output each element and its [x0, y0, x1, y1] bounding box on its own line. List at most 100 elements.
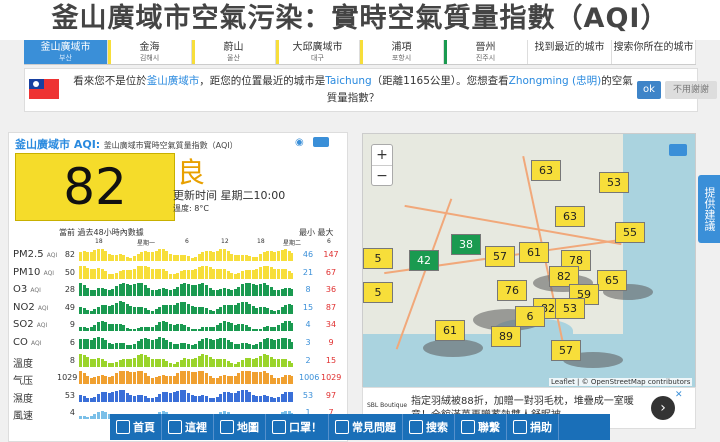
history-bar — [158, 358, 162, 367]
pollutant-label[interactable]: 濕度 — [13, 390, 33, 405]
pollutant-history-bars[interactable] — [79, 283, 293, 297]
bottom-nav-item[interactable]: 這裡 — [162, 414, 214, 440]
map-aqi-marker[interactable]: 6 — [515, 306, 545, 327]
map-aqi-marker[interactable]: 63 — [531, 160, 561, 181]
bottom-nav-item[interactable]: 地圖 — [214, 414, 266, 440]
map-aqi-marker[interactable]: 61 — [519, 242, 549, 263]
ad-next-arrow-icon[interactable]: › — [651, 396, 675, 420]
map-aqi-marker[interactable]: 53 — [555, 298, 585, 319]
history-bar — [262, 283, 266, 297]
nav-item-0[interactable]: 釜山廣域市 부산 — [24, 40, 108, 64]
pollutant-label[interactable]: PM10 AQI — [13, 267, 54, 278]
history-bar — [208, 287, 212, 297]
bottom-nav-label: 捐助 — [530, 421, 552, 434]
pollutant-min: 46 — [302, 250, 314, 259]
map-aqi-marker[interactable]: 57 — [485, 246, 515, 267]
bottom-nav-icon — [116, 420, 130, 434]
history-bar — [179, 254, 183, 261]
map-aqi-marker[interactable]: 89 — [491, 326, 521, 347]
bottom-nav-item[interactable]: 首頁 — [110, 414, 162, 440]
map-aqi-marker[interactable]: 61 — [435, 320, 465, 341]
pollutant-label[interactable]: O3 AQI — [13, 284, 41, 295]
history-bar — [208, 267, 212, 279]
zoom-out-button[interactable]: − — [372, 166, 392, 186]
bottom-nav-item[interactable]: 搜索 — [403, 414, 455, 440]
bottom-nav-label: 這裡 — [185, 421, 207, 434]
pollutant-history-bars[interactable] — [79, 354, 293, 367]
pollutant-label[interactable]: 風速 — [13, 407, 33, 422]
nav-item-4[interactable]: 浦項 포항시 — [360, 40, 444, 64]
map-aqi-marker[interactable]: 55 — [615, 222, 645, 243]
nav-item-label: 蔚山 — [223, 42, 244, 53]
history-bar — [89, 310, 93, 314]
aqi-map[interactable]: + − 63 53 63 55 38 42 57 61 78 82 65 76 59 82 53 61 89 6 5… — [362, 133, 696, 389]
nav-item-label: 找到最近的城市 — [534, 42, 605, 53]
history-bar — [237, 391, 241, 402]
history-bar — [136, 341, 140, 349]
history-bar — [122, 390, 126, 402]
pollutant-history-bars[interactable] — [79, 248, 293, 261]
history-bar — [190, 306, 194, 314]
map-aqi-marker[interactable]: 57 — [551, 340, 581, 361]
pollutant-history-bars[interactable] — [79, 389, 293, 402]
history-bar — [197, 355, 201, 367]
notice-near-city-link[interactable]: Taichung — [325, 75, 371, 87]
no-thanks-button[interactable]: 不用謝謝 — [665, 81, 717, 99]
pollutant-history-bars[interactable] — [79, 301, 293, 314]
pollutant-label[interactable]: CO AQI — [13, 337, 42, 348]
nav-item-3[interactable]: 大邱廣域市 대구 — [276, 40, 360, 64]
history-bar — [93, 250, 97, 261]
notice-zhongming-link[interactable]: Zhongming (忠明) — [509, 75, 602, 87]
history-bar — [89, 358, 93, 367]
nav-item-6[interactable]: 找到最近的城市 — [528, 40, 612, 64]
notice-city-link[interactable]: 釜山廣域市 — [147, 75, 200, 87]
history-bar — [118, 371, 122, 385]
map-aqi-marker[interactable]: 38 — [451, 234, 481, 255]
history-bar — [205, 284, 208, 297]
bottom-nav-item[interactable]: 聯繫 — [455, 414, 507, 440]
map-attribution[interactable]: Leaflet | © OpenStreetMap contributors — [549, 378, 693, 386]
map-aqi-marker[interactable]: 5 — [363, 248, 393, 269]
nav-item-7[interactable]: 搜索你所在的城市 — [612, 40, 696, 64]
widget-icon[interactable] — [313, 137, 329, 147]
nav-item-1[interactable]: 金海 김해시 — [108, 40, 192, 64]
pollutant-history-bars[interactable] — [79, 336, 293, 349]
ok-button[interactable]: ok — [637, 81, 661, 99]
pollutant-max: 9 — [328, 338, 334, 347]
pollutant-history-bars[interactable] — [79, 371, 293, 385]
map-aqi-marker[interactable]: 76 — [497, 280, 527, 301]
history-bar — [100, 375, 104, 385]
map-layers-icon[interactable] — [669, 144, 687, 156]
pollutant-label[interactable]: PM2.5 AQI — [13, 249, 57, 260]
nav-item-5[interactable]: 晉州 진주시 — [444, 40, 528, 64]
history-bar — [187, 344, 190, 349]
aqi-value-box: 82 — [15, 153, 175, 221]
map-aqi-marker[interactable]: 63 — [555, 206, 585, 227]
pollutant-label[interactable]: SO2 AQI — [13, 319, 47, 330]
nav-item-2[interactable]: 蔚山 울산 — [192, 40, 276, 64]
bottom-nav-item[interactable]: 口罩！ — [266, 414, 329, 440]
history-bar — [86, 310, 90, 314]
history-bar — [251, 371, 255, 385]
pollutant-label[interactable]: 气压 — [13, 372, 33, 387]
bottom-nav-item[interactable]: 常見問題 — [329, 414, 403, 440]
map-aqi-marker[interactable]: 42 — [409, 250, 439, 271]
feedback-tab[interactable]: 提供建議 — [698, 175, 720, 243]
history-bar — [255, 396, 259, 402]
history-bar — [161, 359, 165, 367]
pollutant-label[interactable]: NO2 AQI — [13, 302, 48, 313]
share-icon[interactable]: ◉ — [295, 137, 304, 148]
history-bar — [158, 288, 162, 297]
history-bar — [161, 304, 165, 314]
pollutant-history-bars[interactable] — [79, 265, 293, 279]
map-aqi-marker[interactable]: 53 — [599, 172, 629, 193]
bottom-nav-item[interactable]: 捐助 — [507, 414, 559, 440]
pollutant-history-bars[interactable] — [79, 318, 293, 332]
history-bar — [100, 359, 104, 367]
pollutant-label[interactable]: 溫度 — [13, 355, 33, 370]
map-aqi-marker[interactable]: 5 — [363, 282, 393, 303]
zoom-in-button[interactable]: + — [372, 145, 392, 166]
ad-close-icon[interactable]: ✕ — [675, 390, 683, 400]
history-bar — [97, 268, 100, 279]
map-aqi-marker[interactable]: 65 — [597, 270, 627, 291]
